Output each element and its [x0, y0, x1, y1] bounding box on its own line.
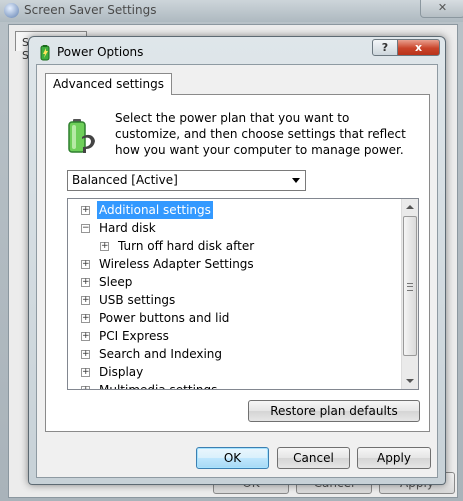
- battery-icon: [68, 119, 95, 153]
- expand-icon[interactable]: +: [81, 296, 90, 305]
- tab-advanced-settings[interactable]: Advanced settings: [45, 73, 172, 95]
- grip-icon: [407, 283, 413, 291]
- expand-icon[interactable]: +: [81, 260, 90, 269]
- close-button[interactable]: x: [397, 39, 440, 56]
- plan-description: Select the power plan that you want to c…: [115, 111, 406, 157]
- expand-icon[interactable]: +: [81, 350, 90, 359]
- power-options-dialog: Power Options ? x Advanced settings Sele…: [28, 36, 446, 485]
- scrollbar-thumb[interactable]: [403, 216, 417, 356]
- expand-icon[interactable]: +: [100, 242, 109, 251]
- background-close-button[interactable]: ✕: [420, 0, 463, 18]
- scroll-up-icon[interactable]: [402, 199, 418, 216]
- expand-icon[interactable]: +: [81, 314, 90, 323]
- settings-tree[interactable]: + Additional settings − Hard disk + Turn off …: [67, 198, 419, 390]
- expand-icon[interactable]: +: [81, 278, 90, 287]
- tree-item-label: Hard disk: [99, 221, 156, 235]
- expand-icon[interactable]: +: [81, 368, 90, 377]
- restore-plan-defaults-button[interactable]: Restore plan defaults: [248, 400, 420, 422]
- dialog-client-area: Advanced settings Select the power plan …: [36, 64, 438, 478]
- tree-item-label: Turn off hard disk after: [118, 239, 255, 253]
- close-icon: x: [414, 41, 423, 54]
- expand-icon[interactable]: +: [81, 332, 90, 341]
- chevron-down-icon[interactable]: [292, 178, 300, 183]
- cancel-button[interactable]: Cancel: [277, 447, 350, 469]
- advanced-settings-panel: Select the power plan that you want to c…: [45, 94, 430, 432]
- background-title-bar[interactable]: Screen Saver Settings ✕: [0, 0, 463, 22]
- tree-item-label: Display: [99, 365, 144, 379]
- expand-icon[interactable]: +: [81, 206, 90, 215]
- tree-item-label: Wireless Adapter Settings: [99, 257, 254, 271]
- tree-item-label: Multimedia settings: [99, 383, 218, 390]
- tree-item-label: Search and Indexing: [99, 347, 223, 361]
- ok-button[interactable]: OK: [196, 447, 269, 469]
- tree-item-label: USB settings: [99, 293, 176, 307]
- power-plan-value: Balanced [Active]: [72, 173, 178, 187]
- tree-item-label: Sleep: [99, 275, 133, 289]
- scroll-down-icon[interactable]: [402, 372, 418, 389]
- help-button[interactable]: ?: [372, 39, 398, 56]
- apply-button[interactable]: Apply: [357, 447, 431, 469]
- collapse-icon[interactable]: −: [81, 224, 90, 233]
- expand-icon[interactable]: +: [81, 386, 90, 389]
- display-icon: [4, 3, 19, 18]
- tree-item-label: PCI Express: [99, 329, 169, 343]
- tree-item-label: Additional settings: [97, 201, 213, 219]
- power-options-icon: [40, 45, 50, 61]
- dialog-title: Power Options: [57, 45, 144, 59]
- tree-scrollbar[interactable]: [401, 199, 418, 389]
- tree-item-label: Power buttons and lid: [99, 311, 230, 325]
- power-plan-select[interactable]: Balanced [Active]: [67, 170, 306, 191]
- background-window-title: Screen Saver Settings: [24, 3, 157, 17]
